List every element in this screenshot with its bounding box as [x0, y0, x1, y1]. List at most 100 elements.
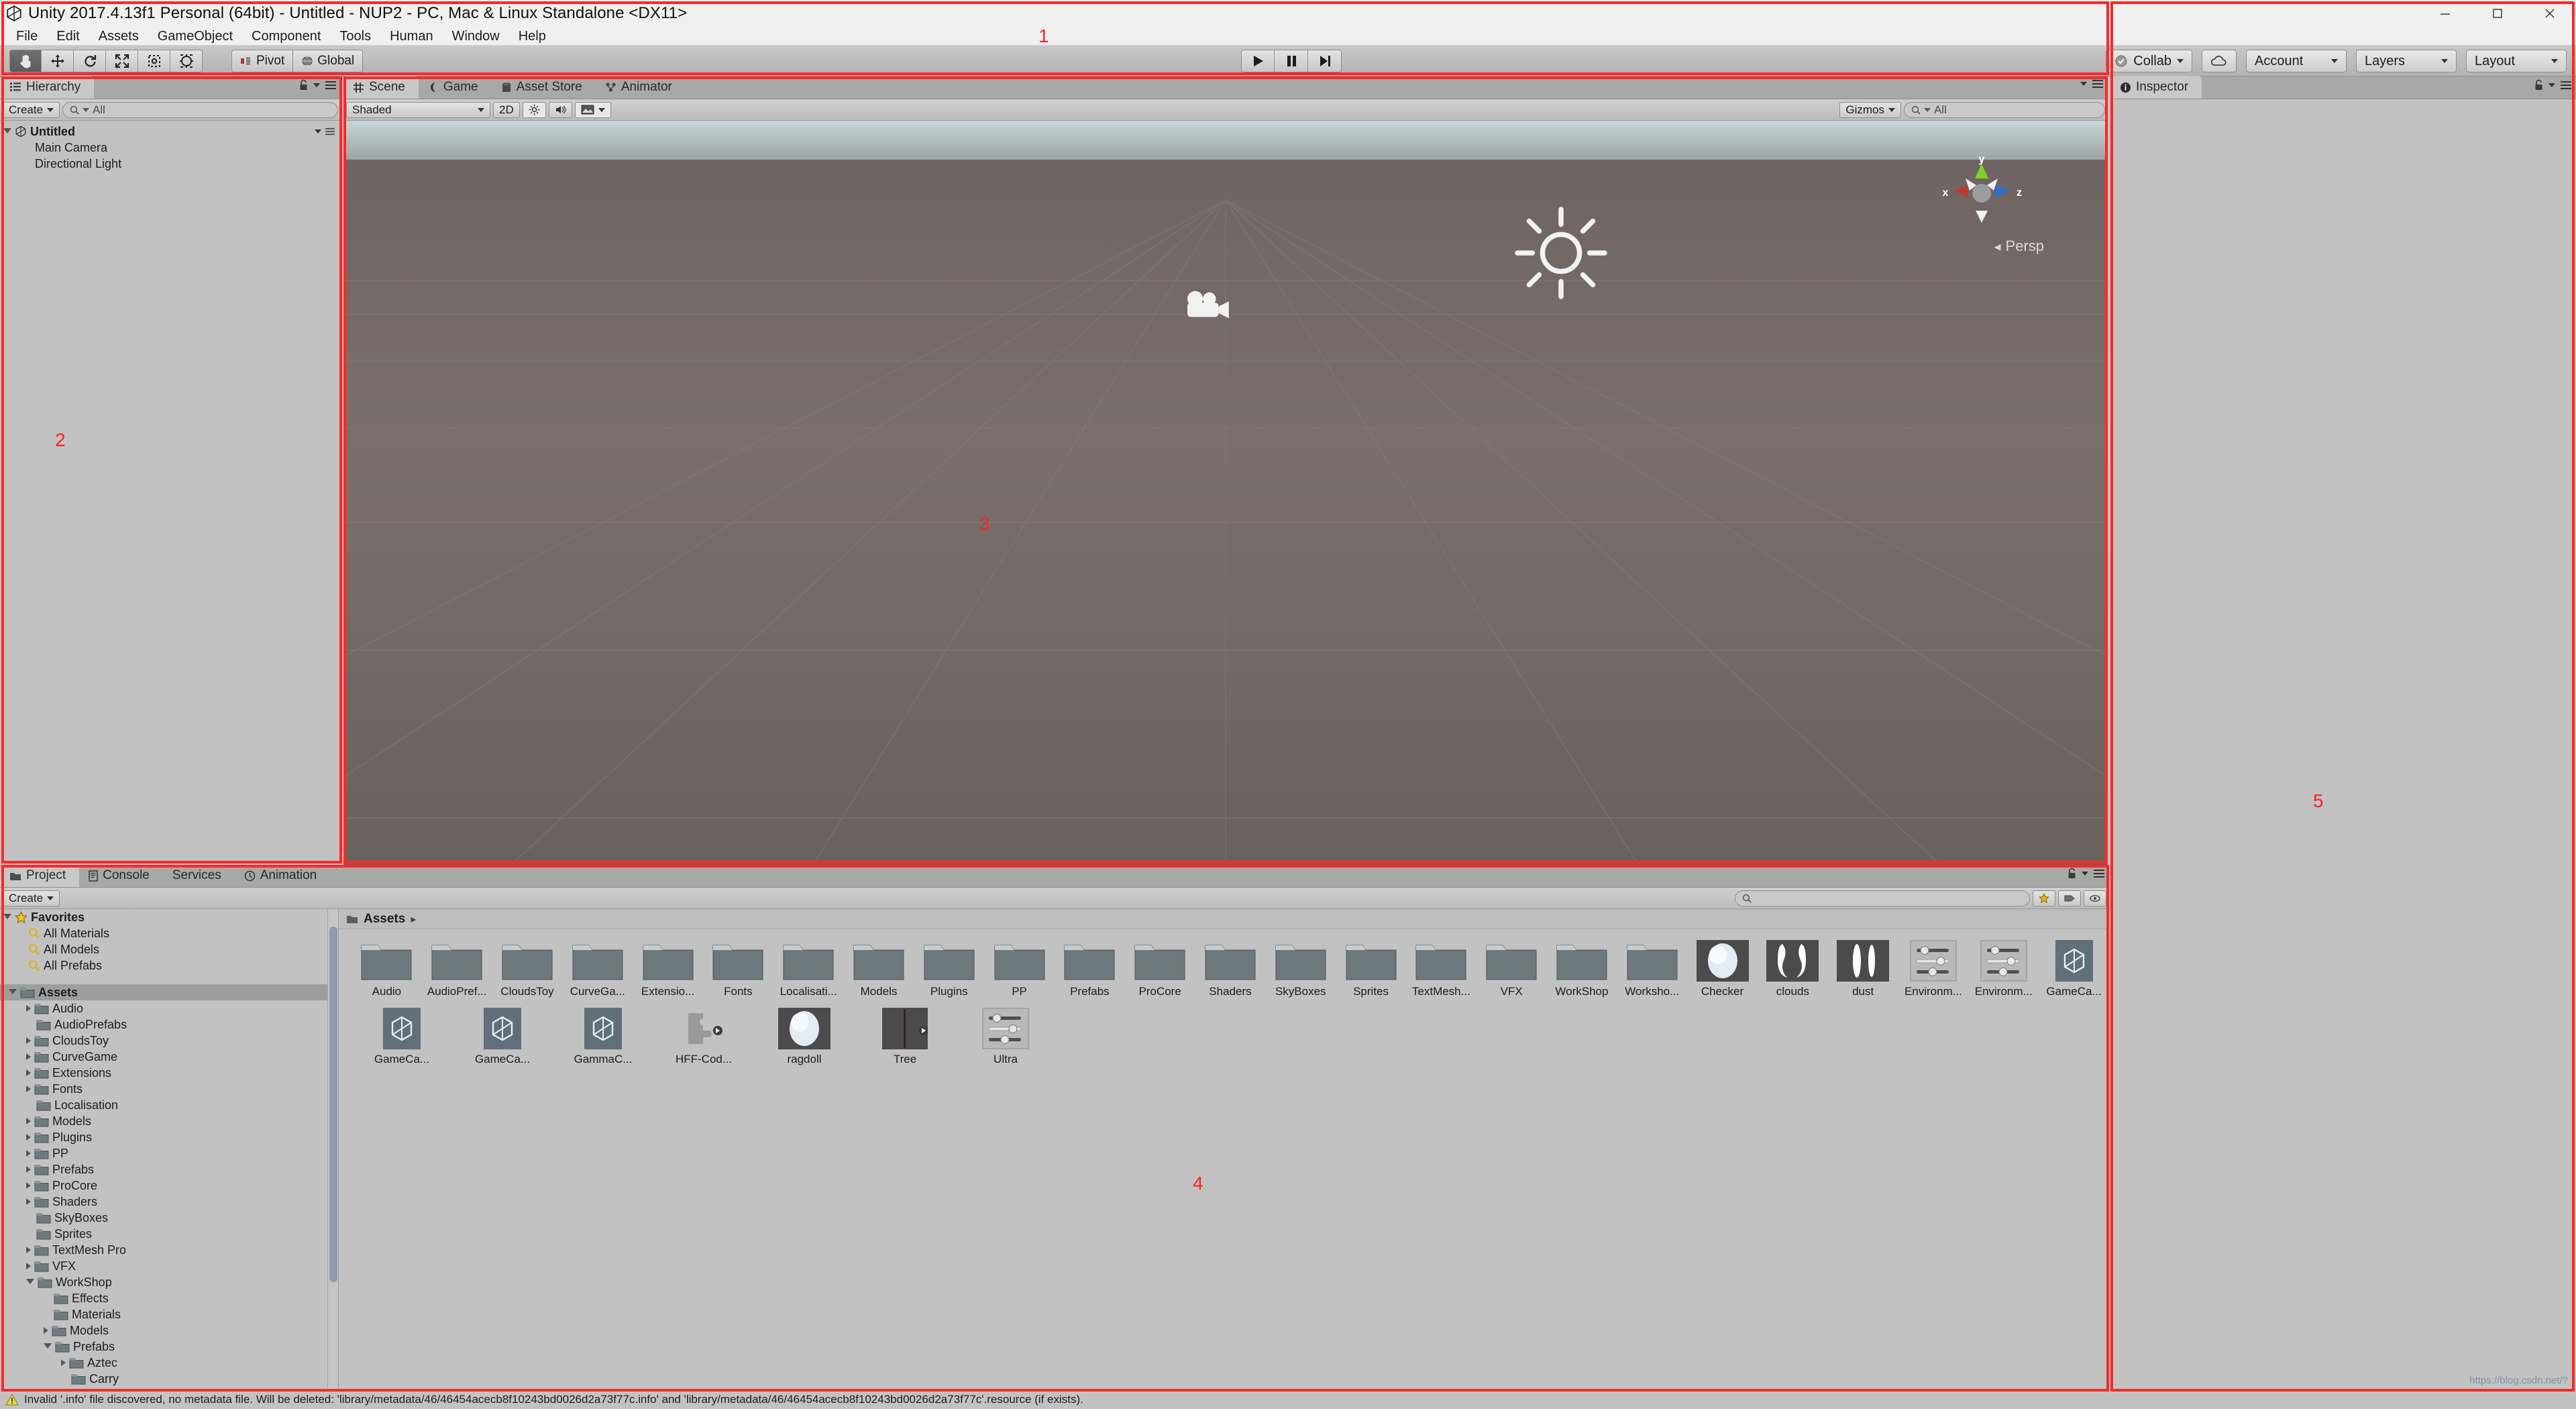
menu-component[interactable]: Component: [242, 27, 330, 46]
chevron-down-icon[interactable]: [2082, 872, 2088, 876]
scene-viewport[interactable]: y x z ◂ Persp: [343, 121, 2108, 865]
asset-item[interactable]: Extensio...: [633, 937, 703, 998]
chevron-right-icon[interactable]: [26, 1198, 31, 1205]
menu-edit[interactable]: Edit: [47, 27, 89, 46]
status-bar[interactable]: Invalid '.info' file discovered, no meta…: [0, 1389, 2576, 1409]
asset-item[interactable]: dust: [1828, 937, 1898, 998]
hamburger-icon[interactable]: [325, 127, 335, 136]
chevron-right-icon[interactable]: [26, 1037, 31, 1044]
project-tree-item-materials[interactable]: Materials: [0, 1306, 338, 1322]
step-button[interactable]: [1308, 50, 1342, 72]
asset-item[interactable]: PP: [984, 937, 1055, 998]
chevron-down-icon[interactable]: [2080, 82, 2087, 86]
chevron-right-icon[interactable]: [44, 1327, 48, 1334]
favorites-header[interactable]: Favorites: [0, 909, 338, 925]
asset-item[interactable]: CurveGa...: [562, 937, 633, 998]
asset-item[interactable]: Ultra: [955, 1005, 1056, 1066]
project-tree-item-skyboxes[interactable]: SkyBoxes: [0, 1210, 338, 1226]
hamburger-icon[interactable]: [2560, 81, 2572, 90]
project-tree-item-models[interactable]: Models: [0, 1113, 338, 1129]
asset-item[interactable]: Plugins: [914, 937, 984, 998]
scene-search-input[interactable]: All: [1904, 101, 2105, 118]
favorite-all-materials[interactable]: All Materials: [0, 925, 338, 941]
project-tree-item-pp[interactable]: PP: [0, 1145, 338, 1161]
tab-asset-store[interactable]: Asset Store: [492, 76, 596, 99]
chevron-down-icon[interactable]: [315, 129, 321, 134]
chevron-down-icon[interactable]: [26, 1279, 34, 1288]
hierarchy-search-input[interactable]: All: [62, 101, 338, 118]
project-tree-item-assets[interactable]: Assets: [0, 984, 338, 1000]
chevron-down-icon[interactable]: [9, 989, 17, 998]
project-tree-item-audio[interactable]: Audio: [0, 1000, 338, 1016]
gizmos-dropdown[interactable]: Gizmos: [1839, 101, 1901, 118]
global-toggle[interactable]: Global: [293, 50, 364, 72]
hamburger-icon[interactable]: [325, 81, 337, 90]
project-tree-item-prefabs[interactable]: Prefabs: [0, 1339, 338, 1355]
asset-item[interactable]: TextMesh...: [1406, 937, 1477, 998]
project-tree-item-procore[interactable]: ProCore: [0, 1178, 338, 1194]
lock-icon[interactable]: [299, 79, 309, 91]
breadcrumb-caret[interactable]: ▸: [411, 912, 416, 926]
project-tree-item-carry[interactable]: Carry: [0, 1371, 338, 1387]
asset-item[interactable]: Sprites: [1336, 937, 1406, 998]
layout-button[interactable]: Layout: [2466, 50, 2567, 72]
asset-item[interactable]: VFX: [1477, 937, 1547, 998]
chevron-down-icon[interactable]: [3, 914, 11, 923]
chevron-right-icon[interactable]: [61, 1359, 66, 1366]
project-tree-item-workshop[interactable]: WorkShop: [0, 1274, 338, 1290]
asset-item[interactable]: Checker: [1687, 937, 1758, 998]
tab-project[interactable]: Project: [0, 864, 80, 887]
project-tree-item-vfx[interactable]: VFX: [0, 1258, 338, 1274]
chevron-right-icon[interactable]: [26, 1134, 31, 1141]
hierarchy-create-button[interactable]: Create: [3, 101, 60, 118]
scroll-thumb[interactable]: [329, 927, 337, 1282]
asset-item[interactable]: ProCore: [1125, 937, 1195, 998]
tab-animator[interactable]: Animator: [596, 76, 686, 99]
chevron-right-icon[interactable]: [26, 1247, 31, 1253]
lock-icon[interactable]: [2067, 868, 2077, 880]
menu-window[interactable]: Window: [443, 27, 509, 46]
project-tree-item-prefabs[interactable]: Prefabs: [0, 1161, 338, 1178]
scale-tool[interactable]: [106, 50, 138, 72]
play-button[interactable]: [1241, 50, 1275, 72]
menu-help[interactable]: Help: [509, 27, 555, 46]
project-hidden-button[interactable]: [2084, 890, 2106, 906]
chevron-right-icon[interactable]: [26, 1118, 31, 1125]
scene-fx-toggle[interactable]: [574, 101, 611, 118]
shading-mode-dropdown[interactable]: Shaded: [346, 101, 490, 118]
chevron-right-icon[interactable]: [26, 1086, 31, 1092]
account-button[interactable]: Account: [2246, 50, 2347, 72]
minimize-button[interactable]: [2419, 0, 2471, 27]
chevron-right-icon[interactable]: [26, 1005, 31, 1012]
project-tree-scrollbar[interactable]: [327, 909, 338, 1402]
asset-item[interactable]: Localisati...: [773, 937, 844, 998]
chevron-right-icon[interactable]: [26, 1069, 31, 1076]
asset-item[interactable]: clouds: [1758, 937, 1828, 998]
project-tree-item-textmesh-pro[interactable]: TextMesh Pro: [0, 1242, 338, 1258]
project-tree-item-cloudstoy[interactable]: CloudsToy: [0, 1033, 338, 1049]
asset-item[interactable]: SkyBoxes: [1265, 937, 1336, 998]
project-tree-item-shaders[interactable]: Shaders: [0, 1194, 338, 1210]
asset-item[interactable]: HFF-Cod...: [653, 1005, 754, 1066]
asset-item[interactable]: Worksho...: [1617, 937, 1687, 998]
hierarchy-scene-row[interactable]: Untitled: [0, 123, 341, 140]
hamburger-icon[interactable]: [2093, 869, 2105, 878]
chevron-down-icon[interactable]: [44, 1343, 52, 1352]
asset-item[interactable]: GammaC...: [553, 1005, 653, 1066]
scene-2d-toggle[interactable]: 2D: [493, 101, 520, 118]
hierarchy-item-main-camera[interactable]: Main Camera: [0, 140, 341, 156]
scene-audio-toggle[interactable]: [548, 101, 572, 118]
tab-console[interactable]: Console: [79, 864, 163, 887]
hand-tool[interactable]: [9, 50, 42, 72]
chevron-down-icon[interactable]: [2548, 83, 2555, 87]
tab-hierarchy[interactable]: Hierarchy: [0, 76, 95, 99]
project-tree-item-fonts[interactable]: Fonts: [0, 1081, 338, 1097]
project-filter-star-button[interactable]: [2033, 890, 2055, 906]
asset-item[interactable]: Shaders: [1195, 937, 1266, 998]
hamburger-icon[interactable]: [2092, 79, 2104, 89]
asset-item[interactable]: CloudsToy: [492, 937, 563, 998]
cloud-button[interactable]: [2202, 50, 2237, 72]
tab-animation[interactable]: Animation: [235, 864, 331, 887]
collab-button[interactable]: Collab: [2106, 50, 2192, 72]
asset-item[interactable]: AudioPref...: [422, 937, 492, 998]
